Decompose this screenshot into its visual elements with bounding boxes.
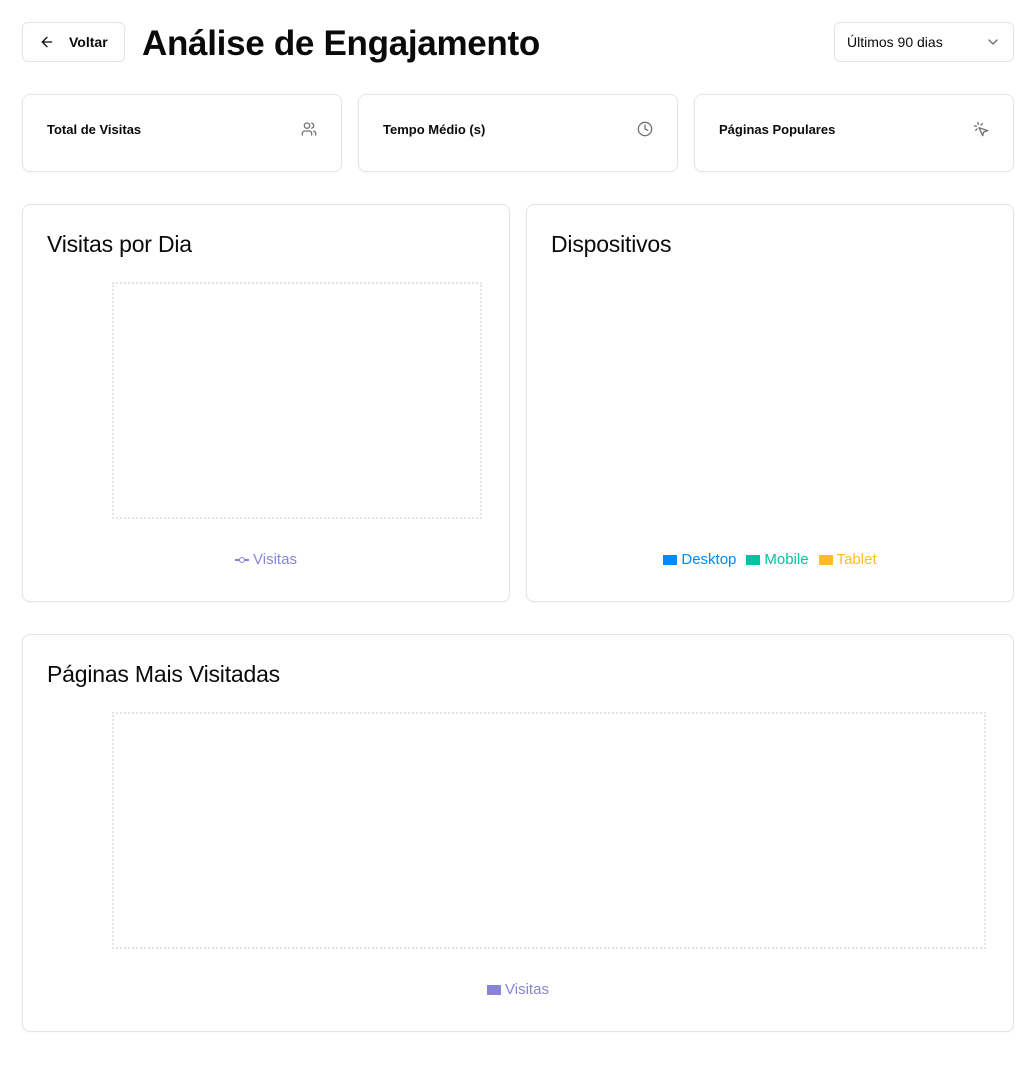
chevron-down-icon [988,39,998,45]
chart-legend: Visitas [23,981,1013,998]
date-range-value: Últimos 90 dias [847,34,943,50]
legend-item-visitas[interactable]: Visitas [235,551,297,568]
chart-card-devices: Dispositivos Desktop Mobile Tablet [526,204,1014,602]
legend-swatch [818,554,833,565]
chart-title: Dispositivos [551,231,672,257]
chart-legend: Visitas [23,551,509,568]
chart-legend: Desktop Mobile Tablet [527,551,1013,568]
chart-title: Visitas por Dia [47,231,192,257]
stat-label: Tempo Médio (s) [383,122,486,137]
page-header: Voltar Análise de Engajamento Últimos 90… [22,22,1014,63]
chart-title: Páginas Mais Visitadas [47,661,280,687]
legend-swatch [663,554,678,565]
users-icon [301,121,317,137]
legend-label: Desktop [681,551,737,568]
legend-label: Tablet [836,551,877,568]
legend-label: Visitas [253,551,297,568]
stat-card-popular-pages: Páginas Populares [694,94,1014,172]
legend-item-visitas[interactable]: Visitas [487,981,549,998]
pointer-click-icon [973,121,989,137]
legend-item-tablet[interactable]: Tablet [818,551,877,568]
line-legend-icon [235,555,250,565]
stat-label: Páginas Populares [719,122,836,137]
arrow-left-icon [41,36,53,48]
back-button-label: Voltar [69,34,108,50]
date-range-select[interactable]: Últimos 90 dias [834,22,1014,62]
legend-item-desktop[interactable]: Desktop [663,551,736,568]
legend-label: Visitas [505,981,549,998]
stat-card-total-visits: Total de Visitas [22,94,342,172]
back-button[interactable]: Voltar [22,22,125,62]
page-title: Análise de Engajamento [142,24,540,63]
legend-item-mobile[interactable]: Mobile [746,551,809,568]
line-chart-plot-area [112,282,482,519]
chart-card-daily-visits: Visitas por Dia Visitas [22,204,510,602]
chart-card-top-pages: Páginas Mais Visitadas Visitas [22,634,1014,1032]
stat-label: Total de Visitas [47,122,142,137]
legend-swatch [487,984,502,995]
legend-swatch [746,554,761,565]
clock-icon [637,121,653,137]
stat-card-avg-time: Tempo Médio (s) [358,94,678,172]
bar-chart-plot-area [112,712,986,949]
legend-label: Mobile [764,551,809,568]
